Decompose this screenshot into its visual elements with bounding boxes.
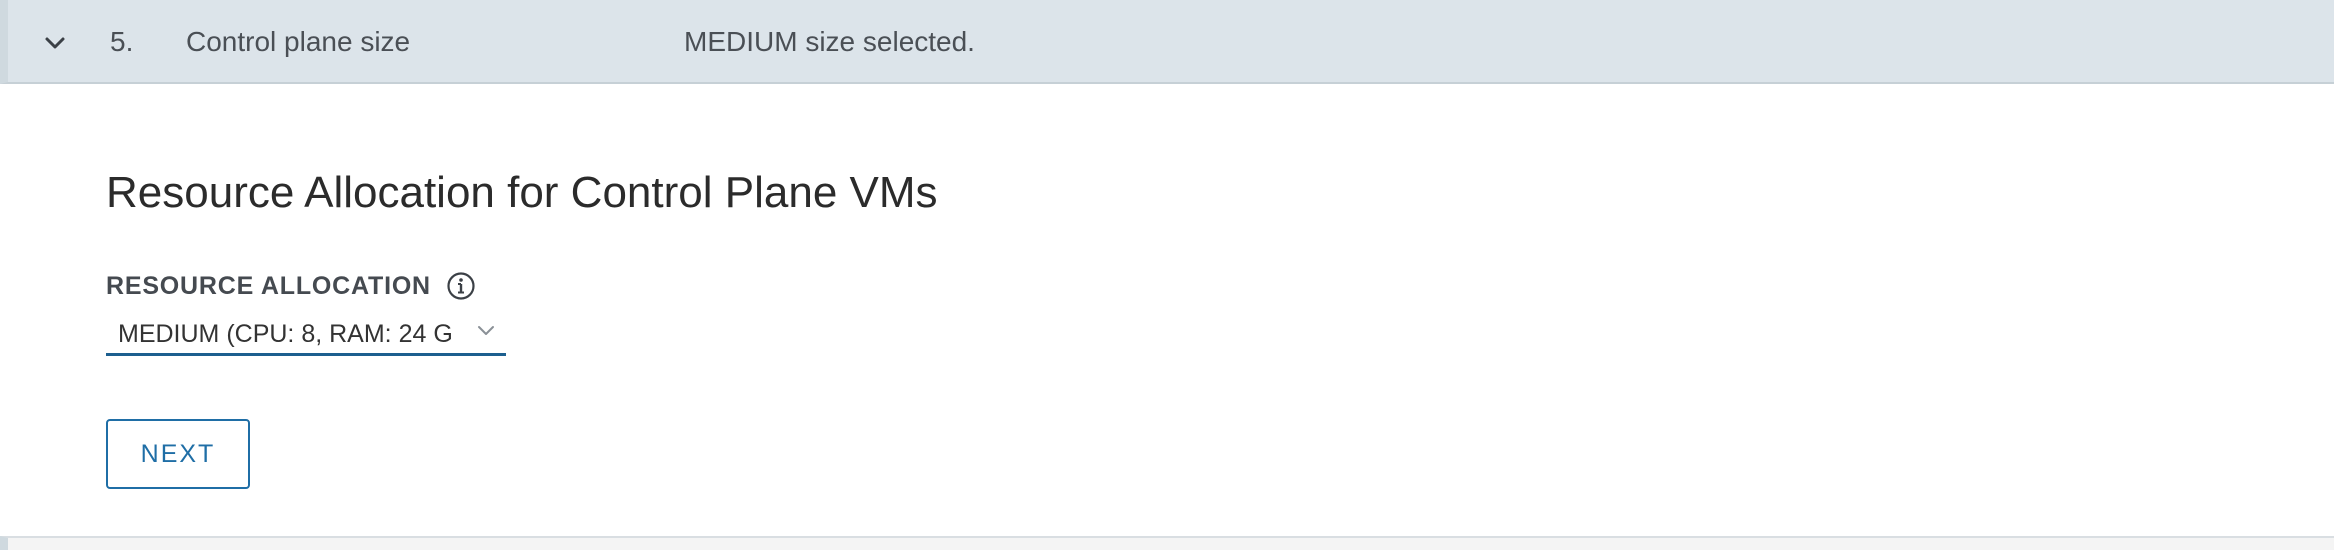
resource-allocation-label-row: RESOURCE ALLOCATION (106, 268, 477, 304)
step-content: Resource Allocation for Control Plane VM… (0, 84, 2334, 538)
step-number: 5. (110, 26, 134, 57)
resource-allocation-select[interactable]: MEDIUM (CPU: 8, RAM: 24 G (106, 310, 506, 356)
wizard-page: 5. Control plane size MEDIUM size select… (0, 0, 2334, 550)
step-header[interactable]: 5. Control plane size MEDIUM size select… (0, 0, 2334, 84)
next-button[interactable]: NEXT (106, 419, 250, 489)
step-title: Control plane size (186, 26, 411, 57)
chevron-down-icon (476, 320, 496, 340)
info-icon[interactable] (445, 270, 477, 302)
resource-allocation-selected-value: MEDIUM (CPU: 8, RAM: 24 G (118, 320, 453, 348)
next-step-header-edge (0, 536, 2334, 550)
chevron-down-icon[interactable] (36, 24, 74, 62)
step-summary: MEDIUM size selected. (684, 26, 975, 57)
section-title: Resource Allocation for Control Plane VM… (106, 168, 938, 217)
resource-allocation-label: RESOURCE ALLOCATION (106, 271, 431, 300)
